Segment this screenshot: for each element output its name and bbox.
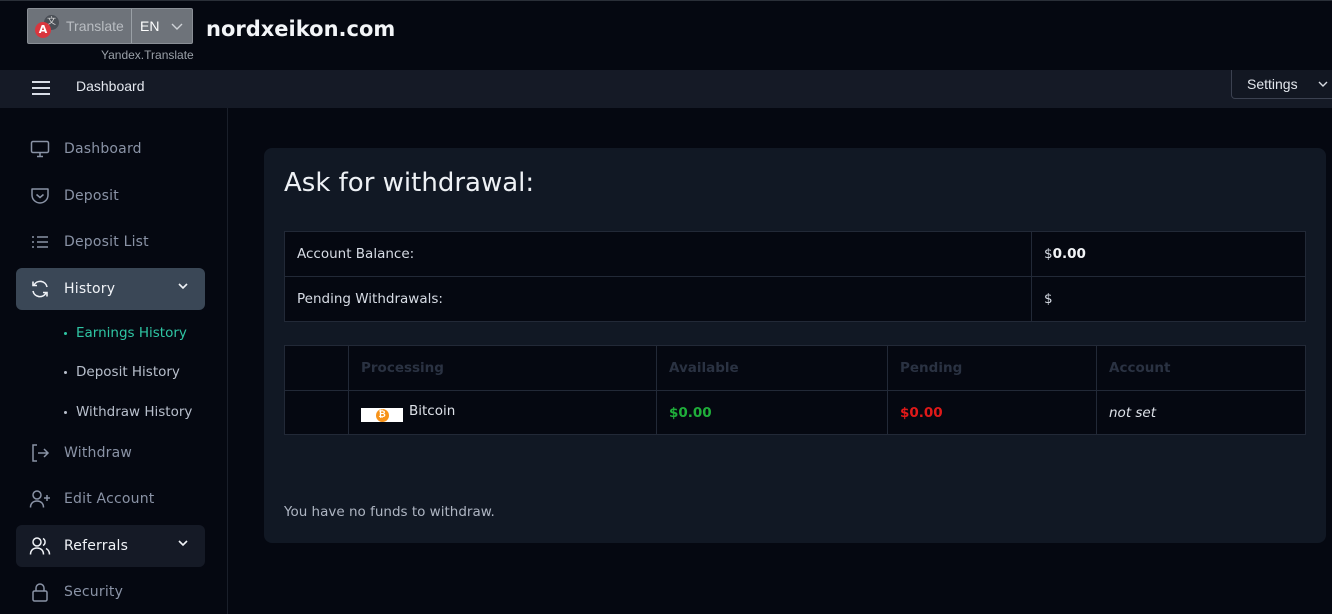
logout-icon <box>29 442 51 464</box>
column-header-processing: Processing <box>348 345 657 391</box>
sidebar-item-label: Deposit <box>64 188 119 204</box>
withdrawal-card: Ask for withdrawal: Account Balance: $0.… <box>264 148 1326 543</box>
bullet-icon <box>64 370 67 374</box>
user-plus-icon <box>29 488 51 510</box>
table-row: ₿ Bitcoin $0.00 $0.00 not set <box>284 390 1306 435</box>
sidebar-item-label: Referrals <box>64 538 129 554</box>
users-icon <box>29 535 51 557</box>
sidebar-item-referrals[interactable]: Referrals <box>16 525 205 567</box>
processing-table: Processing Available Pending Account ₿ Bi… <box>284 345 1306 435</box>
available-amount: $0.00 <box>656 390 888 435</box>
language-value: EN <box>140 18 160 34</box>
table-header-row: Processing Available Pending Account <box>284 345 1306 391</box>
sidebar-item-history[interactable]: History <box>16 268 205 310</box>
top-bar: 文 A Translate EN Yandex.Translate nordxe… <box>0 0 1332 70</box>
card-title: Ask for withdrawal: <box>284 168 535 198</box>
sidebar-item-withdraw[interactable]: Withdraw <box>16 432 205 474</box>
sidebar-item-deposit-list[interactable]: Deposit List <box>16 221 205 263</box>
bitcoin-icon: ₿ <box>361 408 403 423</box>
translate-widget[interactable]: 文 A Translate EN <box>27 8 193 44</box>
chevron-down-icon <box>171 23 183 30</box>
header-bar: Dashboard Settings <box>0 70 1332 108</box>
pending-value: $ <box>1031 276 1306 322</box>
sidebar-subitem-label: Withdraw History <box>76 404 193 420</box>
settings-button[interactable]: Settings <box>1231 70 1332 99</box>
translate-icon: 文 A <box>33 13 59 39</box>
wallet-icon <box>29 185 51 207</box>
chevron-down-icon <box>1318 81 1328 87</box>
sidebar-item-label: Edit Account <box>64 491 155 507</box>
table-row: Pending Withdrawals: $ <box>284 276 1306 322</box>
translate-button[interactable]: 文 A Translate <box>28 9 132 43</box>
processor-cell: ₿ Bitcoin <box>348 390 657 435</box>
bullet-icon <box>64 331 67 335</box>
balance-table: Account Balance: $0.00 Pending Withdrawa… <box>284 231 1306 322</box>
translate-provider: Yandex.Translate <box>101 48 194 62</box>
sidebar-subitem-earnings-history[interactable]: Earnings History <box>64 325 187 341</box>
sidebar-subitem-label: Earnings History <box>76 325 187 341</box>
select-cell[interactable] <box>284 390 349 435</box>
balance-label: Account Balance: <box>284 231 1032 277</box>
settings-label: Settings <box>1247 76 1298 92</box>
sidebar-item-label: Deposit List <box>64 234 149 250</box>
balance-value: $0.00 <box>1031 231 1306 277</box>
language-select[interactable]: EN <box>132 9 192 43</box>
refresh-icon <box>29 278 51 300</box>
monitor-icon <box>29 138 51 160</box>
no-funds-message: You have no funds to withdraw. <box>284 504 495 520</box>
sidebar-item-deposit[interactable]: Deposit <box>16 175 205 217</box>
sidebar-subitem-label: Deposit History <box>76 364 180 380</box>
sidebar-item-label: History <box>64 281 116 297</box>
translate-label: Translate <box>66 18 124 34</box>
sidebar-item-security[interactable]: Security <box>16 571 205 613</box>
processor-name: Bitcoin <box>409 402 456 419</box>
pending-label: Pending Withdrawals: <box>284 276 1032 322</box>
page-title: Dashboard <box>76 78 145 94</box>
sidebar-item-label: Security <box>64 584 124 600</box>
chevron-down-icon <box>178 540 188 547</box>
site-name[interactable]: nordxeikon.com <box>206 17 395 41</box>
table-row: Account Balance: $0.00 <box>284 231 1306 277</box>
sidebar-item-label: Dashboard <box>64 141 142 157</box>
list-icon <box>29 231 51 253</box>
sidebar-subitem-withdraw-history[interactable]: Withdraw History <box>64 404 192 420</box>
sidebar-item-label: Withdraw <box>64 445 133 461</box>
column-header-account: Account <box>1096 345 1306 391</box>
column-header-select <box>284 345 349 391</box>
sidebar-subitem-deposit-history[interactable]: Deposit History <box>64 364 180 380</box>
column-header-available: Available <box>656 345 888 391</box>
column-header-pending: Pending <box>887 345 1097 391</box>
lock-icon <box>29 581 51 603</box>
chevron-down-icon <box>178 283 188 290</box>
sidebar: Dashboard Deposit Deposit List History E… <box>0 108 228 614</box>
sidebar-item-dashboard[interactable]: Dashboard <box>16 128 205 170</box>
pending-amount: $0.00 <box>887 390 1097 435</box>
account-status: not set <box>1096 390 1306 435</box>
sidebar-item-edit-account[interactable]: Edit Account <box>16 478 205 520</box>
menu-icon[interactable] <box>32 81 50 97</box>
bullet-icon <box>64 410 67 414</box>
